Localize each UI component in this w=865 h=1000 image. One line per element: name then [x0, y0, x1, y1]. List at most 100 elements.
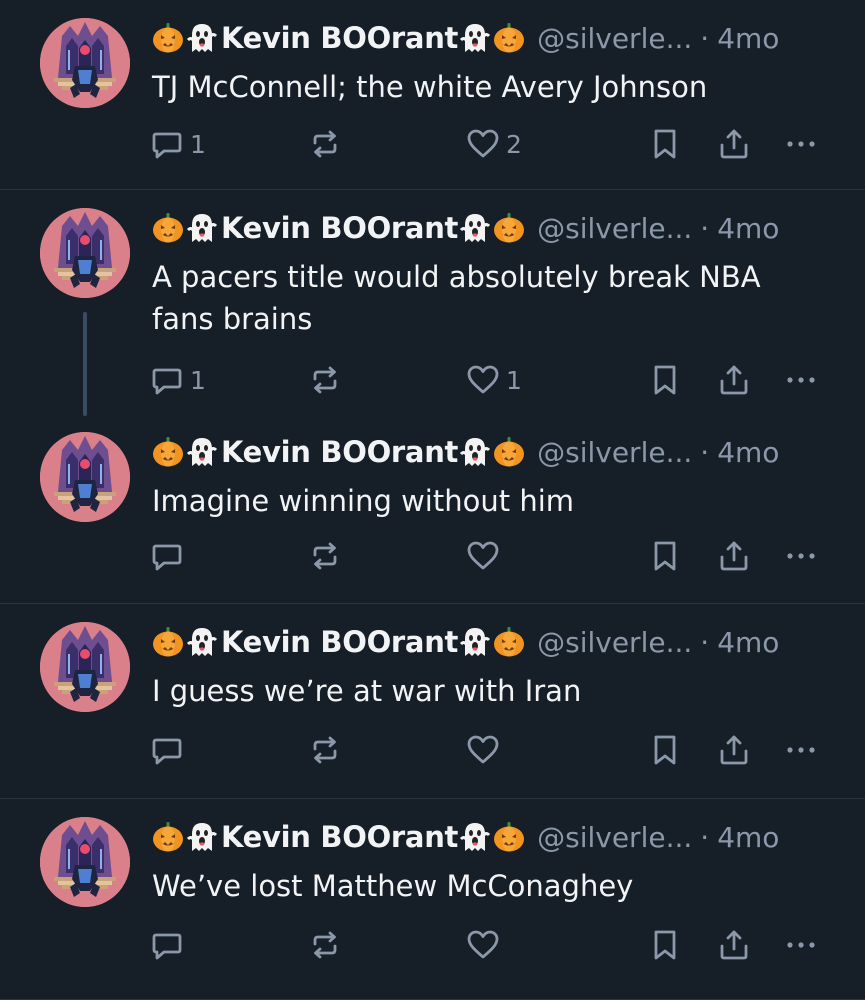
ghost-icon: [459, 821, 491, 853]
repost-button[interactable]: [308, 360, 342, 400]
separator-dot: ·: [700, 435, 710, 469]
post-text: A pacers title would absolutely break NB…: [152, 260, 761, 336]
like-icon: [466, 127, 500, 161]
more-options-button[interactable]: [784, 925, 818, 965]
bookmark-icon: [648, 539, 682, 573]
share-icon: [717, 127, 751, 161]
ghost-icon: [186, 436, 218, 468]
share-button[interactable]: [717, 124, 751, 164]
bookmark-icon: [648, 733, 682, 767]
like-button[interactable]: [466, 730, 500, 770]
post[interactable]: Kevin BOOrant @silverle... · 4mo TJ McConnel…: [0, 0, 865, 190]
post-actions: [150, 925, 830, 965]
more-icon: [784, 733, 818, 767]
separator-dot: ·: [700, 211, 710, 245]
share-button[interactable]: [717, 360, 751, 400]
bookmark-button[interactable]: [648, 124, 682, 164]
post-text: I guess we’re at war with Iran: [152, 674, 582, 708]
like-button[interactable]: [466, 925, 500, 965]
avatar[interactable]: [40, 208, 130, 298]
more-options-button[interactable]: [784, 360, 818, 400]
handle[interactable]: @silverle...: [537, 626, 692, 659]
timestamp[interactable]: 4mo: [717, 212, 779, 245]
post-text: Imagine winning without him: [152, 484, 575, 518]
like-button[interactable]: [466, 536, 500, 576]
reply-button[interactable]: 1: [150, 360, 206, 400]
post[interactable]: Kevin BOOrant @silverle... · 4mo We’ve lost …: [0, 799, 865, 1000]
pumpkin-icon: [493, 436, 525, 468]
post-text: We’ve lost Matthew McConaghey: [152, 869, 634, 903]
avatar[interactable]: [40, 432, 130, 522]
post-text: TJ McConnell; the white Avery Johnson: [152, 70, 708, 104]
separator-dot: ·: [700, 625, 710, 659]
more-options-button[interactable]: [784, 730, 818, 770]
repost-icon: [308, 539, 342, 573]
repost-icon: [308, 928, 342, 962]
reply-icon: [150, 733, 184, 767]
reply-icon: [150, 127, 184, 161]
handle[interactable]: @silverle...: [537, 436, 692, 469]
like-icon: [466, 928, 500, 962]
share-icon: [717, 733, 751, 767]
share-icon: [717, 363, 751, 397]
like-button[interactable]: 1: [466, 360, 522, 400]
pumpkin-icon: [493, 626, 525, 658]
pumpkin-icon: [152, 626, 184, 658]
like-button[interactable]: 2: [466, 124, 522, 164]
like-count: 2: [506, 129, 522, 159]
handle[interactable]: @silverle...: [537, 821, 692, 854]
ghost-icon: [459, 436, 491, 468]
ghost-icon: [186, 22, 218, 54]
reply-icon: [150, 928, 184, 962]
timestamp[interactable]: 4mo: [717, 436, 779, 469]
more-options-button[interactable]: [784, 124, 818, 164]
share-button[interactable]: [717, 730, 751, 770]
reply-button[interactable]: [150, 730, 184, 770]
repost-button[interactable]: [308, 925, 342, 965]
ghost-icon: [186, 821, 218, 853]
reply-button[interactable]: [150, 536, 184, 576]
pumpkin-icon: [493, 212, 525, 244]
pumpkin-icon: [493, 22, 525, 54]
post[interactable]: Kevin BOOrant @silverle... · 4mo I guess we’…: [0, 604, 865, 799]
share-button[interactable]: [717, 536, 751, 576]
display-name[interactable]: Kevin BOOrant: [221, 820, 458, 854]
post[interactable]: Kevin BOOrant @silverle... · 4mo A pacers ti…: [0, 190, 865, 416]
post-feed: Kevin BOOrant @silverle... · 4mo TJ McConnel…: [0, 0, 865, 1000]
display-name[interactable]: Kevin BOOrant: [221, 211, 458, 245]
avatar[interactable]: [40, 817, 130, 907]
repost-button[interactable]: [308, 536, 342, 576]
display-name[interactable]: Kevin BOOrant: [221, 21, 458, 55]
share-button[interactable]: [717, 925, 751, 965]
ghost-icon: [459, 212, 491, 244]
timestamp[interactable]: 4mo: [717, 22, 779, 55]
separator-dot: ·: [700, 21, 710, 55]
share-icon: [717, 539, 751, 573]
timestamp[interactable]: 4mo: [717, 821, 779, 854]
post-actions: 11: [150, 360, 830, 400]
handle[interactable]: @silverle...: [537, 22, 692, 55]
post-header: Kevin BOOrant @silverle... · 4mo: [152, 208, 779, 248]
bookmark-button[interactable]: [648, 730, 682, 770]
timestamp[interactable]: 4mo: [717, 626, 779, 659]
repost-button[interactable]: [308, 124, 342, 164]
avatar[interactable]: [40, 18, 130, 108]
bookmark-button[interactable]: [648, 536, 682, 576]
bookmark-button[interactable]: [648, 360, 682, 400]
like-icon: [466, 363, 500, 397]
more-icon: [784, 928, 818, 962]
bookmark-button[interactable]: [648, 925, 682, 965]
repost-button[interactable]: [308, 730, 342, 770]
post[interactable]: Kevin BOOrant @silverle... · 4mo Imagine win…: [0, 414, 865, 604]
avatar[interactable]: [40, 622, 130, 712]
more-icon: [784, 127, 818, 161]
display-name[interactable]: Kevin BOOrant: [221, 625, 458, 659]
reply-icon: [150, 539, 184, 573]
display-name[interactable]: Kevin BOOrant: [221, 435, 458, 469]
handle[interactable]: @silverle...: [537, 212, 692, 245]
more-options-button[interactable]: [784, 536, 818, 576]
ghost-icon: [459, 626, 491, 658]
reply-button[interactable]: 1: [150, 124, 206, 164]
reply-button[interactable]: [150, 925, 184, 965]
pumpkin-icon: [152, 212, 184, 244]
